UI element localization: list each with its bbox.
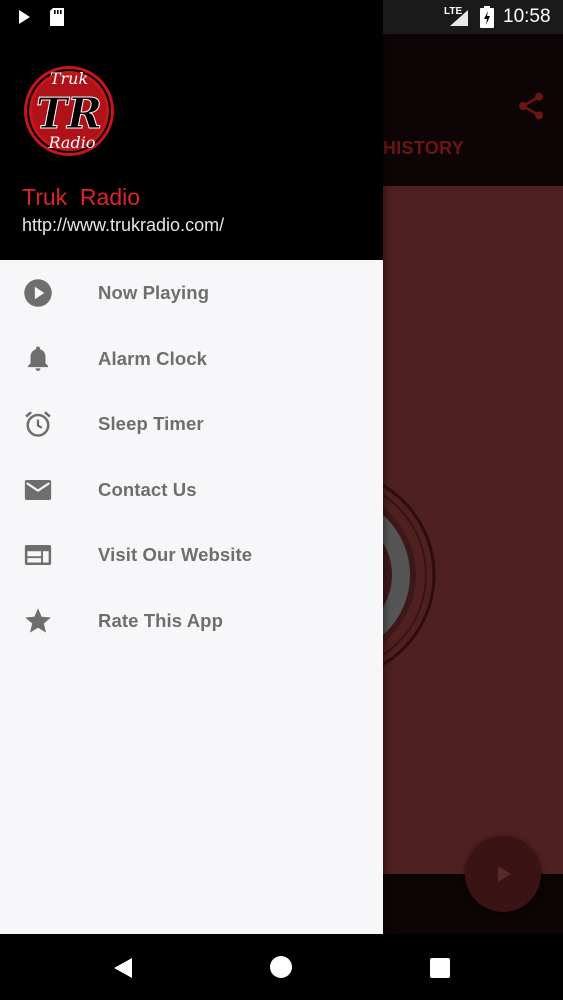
menu-item-now-playing[interactable]: Now Playing xyxy=(0,260,383,326)
menu-item-label: Contact Us xyxy=(98,478,197,500)
menu-item-rate-app[interactable]: Rate This App xyxy=(0,588,383,654)
play-fab-icon xyxy=(498,866,511,882)
clock: 10:58 xyxy=(503,6,551,27)
web-icon xyxy=(24,545,52,566)
play-circle-icon xyxy=(24,279,52,307)
navigation-drawer: Truk TR Radio Truk Radio http://www.truk… xyxy=(0,34,383,934)
menu-item-label: Rate This App xyxy=(98,609,223,631)
play-icon xyxy=(19,10,30,24)
svg-text:Truk: Truk xyxy=(50,69,88,88)
menu-item-alarm-clock[interactable]: Alarm Clock xyxy=(0,326,383,392)
share-icon[interactable] xyxy=(515,90,547,122)
drawer-header: Truk TR Radio Truk Radio http://www.truk… xyxy=(0,34,383,260)
truk-radio-logo: Truk TR Radio xyxy=(24,66,114,156)
mail-icon xyxy=(24,479,52,500)
star-icon xyxy=(25,608,51,633)
station-name: Truk Radio xyxy=(22,184,141,210)
bell-icon xyxy=(28,346,48,371)
back-icon[interactable] xyxy=(112,956,134,980)
station-url[interactable]: http://www.trukradio.com/ xyxy=(22,215,224,236)
alarm-clock-icon xyxy=(25,411,51,437)
menu-item-sleep-timer[interactable]: Sleep Timer xyxy=(0,391,383,457)
play-fab[interactable] xyxy=(465,836,541,912)
menu-item-label: Now Playing xyxy=(98,282,210,303)
home-icon[interactable] xyxy=(270,956,292,978)
sd-card-icon xyxy=(50,8,64,26)
menu-item-label: Alarm Clock xyxy=(98,347,208,369)
menu-item-visit-website[interactable]: Visit Our Website xyxy=(0,522,383,588)
menu-item-label: Sleep Timer xyxy=(98,413,204,435)
svg-text:Radio: Radio xyxy=(48,133,96,152)
status-bar: LTE 10:58 xyxy=(0,0,563,34)
svg-text:TR: TR xyxy=(36,89,102,138)
network-type: LTE xyxy=(444,6,463,17)
drawer-menu: Now Playing Alarm Clock Sleep Timer Cont… xyxy=(0,260,383,654)
battery-charging-icon xyxy=(480,6,494,28)
menu-item-label: Visit Our Website xyxy=(98,544,253,566)
recents-icon[interactable] xyxy=(430,958,450,978)
menu-item-contact-us[interactable]: Contact Us xyxy=(0,457,383,523)
